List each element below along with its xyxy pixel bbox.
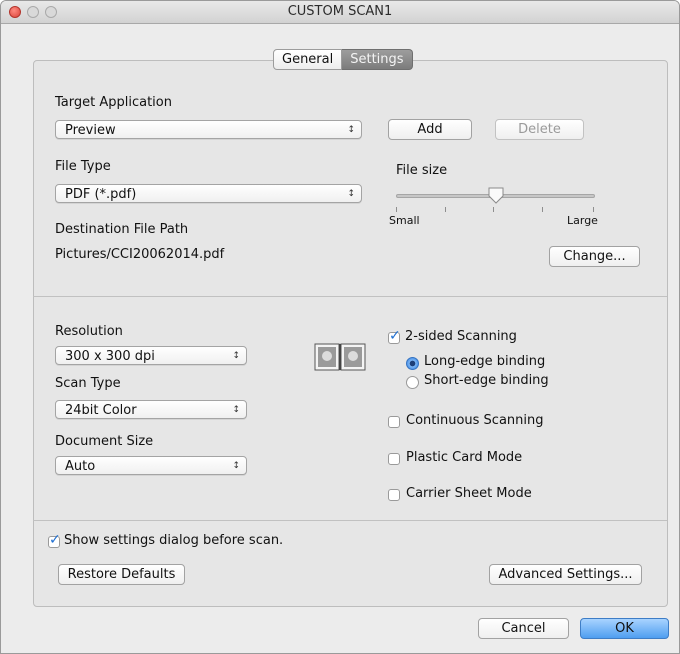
resolution-value: 300 x 300 dpi bbox=[65, 349, 155, 364]
file-size-slider-knob[interactable] bbox=[487, 187, 505, 205]
destination-path-value: Pictures/CCI20062014.pdf bbox=[55, 247, 225, 262]
change-path-button[interactable]: Change... bbox=[549, 246, 640, 267]
plastic-card-mode-label: Plastic Card Mode bbox=[406, 450, 523, 465]
plastic-card-mode-checkbox[interactable] bbox=[388, 453, 400, 465]
section-divider bbox=[33, 296, 667, 297]
target-application-value: Preview bbox=[65, 123, 116, 138]
add-button[interactable]: Add bbox=[388, 119, 472, 140]
ok-button[interactable]: OK bbox=[580, 618, 669, 639]
file-size-label: File size bbox=[396, 163, 448, 178]
tab-settings[interactable]: Settings bbox=[342, 49, 413, 70]
popup-arrows-icon: ↕ bbox=[347, 125, 355, 135]
cancel-button[interactable]: Cancel bbox=[478, 618, 569, 639]
window-title: CUSTOM SCAN1 bbox=[287, 4, 393, 19]
scan-type-popup[interactable]: 24bit Color ↕ bbox=[55, 400, 247, 419]
target-application-label: Target Application bbox=[55, 95, 172, 110]
show-settings-dialog-label: Show settings dialog before scan. bbox=[64, 533, 284, 548]
tab-general[interactable]: General bbox=[273, 49, 343, 70]
file-type-popup[interactable]: PDF (*.pdf) ↕ bbox=[55, 184, 362, 203]
popup-arrows-icon: ↕ bbox=[347, 189, 355, 199]
show-settings-dialog-checkbox[interactable]: ✓ bbox=[48, 532, 61, 548]
dialog-window: CUSTOM SCAN1 General Settings Target App… bbox=[0, 0, 680, 654]
continuous-scanning-label: Continuous Scanning bbox=[406, 413, 544, 428]
two-sided-scanning-label: 2-sided Scanning bbox=[405, 329, 517, 344]
slider-tick bbox=[542, 207, 543, 212]
slider-tick bbox=[445, 207, 446, 212]
file-size-large-label: Large bbox=[567, 214, 598, 227]
popup-arrows-icon: ↕ bbox=[232, 351, 240, 361]
long-edge-binding-radio[interactable] bbox=[406, 357, 419, 370]
slider-tick bbox=[396, 207, 397, 212]
section-divider bbox=[33, 520, 667, 521]
title-bar: CUSTOM SCAN1 bbox=[1, 1, 679, 24]
settings-panel bbox=[33, 60, 668, 607]
tab-bar: General Settings bbox=[273, 49, 413, 70]
file-size-small-label: Small bbox=[389, 214, 420, 227]
two-sided-scanning-checkbox[interactable]: ✓ bbox=[388, 328, 401, 344]
short-edge-binding-radio[interactable] bbox=[406, 376, 419, 389]
short-edge-binding-label: Short-edge binding bbox=[424, 373, 549, 388]
document-size-label: Document Size bbox=[55, 434, 154, 449]
two-sided-pages-icon bbox=[314, 343, 366, 371]
popup-arrows-icon: ↕ bbox=[232, 405, 240, 415]
popup-arrows-icon: ↕ bbox=[232, 461, 240, 471]
file-type-label: File Type bbox=[55, 159, 111, 174]
long-edge-binding-label: Long-edge binding bbox=[424, 354, 546, 369]
resolution-popup[interactable]: 300 x 300 dpi ↕ bbox=[55, 346, 247, 365]
carrier-sheet-mode-checkbox[interactable] bbox=[388, 489, 400, 501]
target-application-popup[interactable]: Preview ↕ bbox=[55, 120, 362, 139]
slider-tick bbox=[493, 207, 494, 212]
resolution-label: Resolution bbox=[55, 324, 123, 339]
slider-tick bbox=[593, 207, 594, 212]
advanced-settings-button[interactable]: Advanced Settings... bbox=[489, 564, 642, 585]
file-type-value: PDF (*.pdf) bbox=[65, 187, 137, 202]
document-size-value: Auto bbox=[65, 459, 96, 474]
scan-type-value: 24bit Color bbox=[65, 403, 137, 418]
scan-type-label: Scan Type bbox=[55, 376, 121, 391]
destination-path-label: Destination File Path bbox=[55, 222, 189, 237]
delete-button[interactable]: Delete bbox=[495, 119, 584, 140]
document-size-popup[interactable]: Auto ↕ bbox=[55, 456, 247, 475]
carrier-sheet-mode-label: Carrier Sheet Mode bbox=[406, 486, 532, 501]
restore-defaults-button[interactable]: Restore Defaults bbox=[58, 564, 185, 585]
continuous-scanning-checkbox[interactable] bbox=[388, 416, 400, 428]
